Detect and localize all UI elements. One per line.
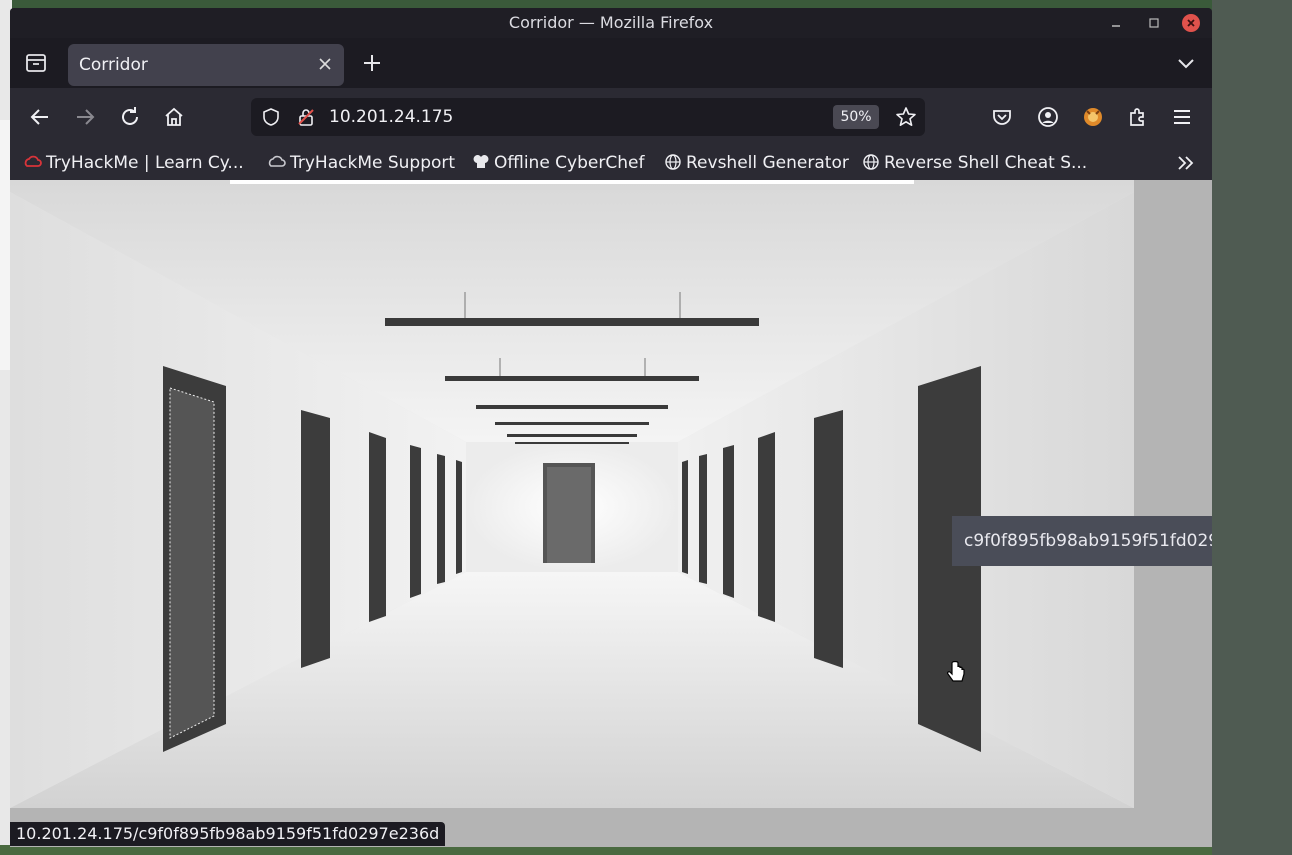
back-button[interactable] [28,105,52,129]
more-bookmarks-button[interactable] [1176,153,1196,173]
bookmark-reverse-shell-cheat-sheet[interactable]: Reverse Shell Cheat S... [862,146,1087,180]
page-content [10,180,1212,847]
tab-close-button[interactable] [316,55,334,73]
account-icon [1038,107,1058,127]
shield-icon[interactable] [261,107,281,127]
account-button[interactable] [1036,105,1060,129]
minimize-button[interactable] [1107,14,1125,32]
home-button[interactable] [162,105,186,129]
bookmark-tryhackme-support[interactable]: TryHackMe Support [268,146,455,180]
corridor-image [10,180,1134,808]
pocket-icon [993,110,1011,125]
bookmark-label: TryHackMe Support [290,153,456,173]
window-title: Corridor — Mozilla Firefox [508,13,714,32]
close-icon [319,58,331,70]
url-bar[interactable]: 10.201.24.175 50% [251,98,925,136]
pocket-button[interactable] [990,105,1014,129]
foxyproxy-extension-button[interactable] [1081,105,1105,129]
application-menu-button[interactable] [1170,105,1194,129]
globe-icon [863,154,879,170]
chevron-down-icon [1178,59,1194,69]
bookmark-label: TryHackMe | Learn Cy... [46,153,244,173]
minimize-icon [1112,25,1120,27]
arrow-right-icon [77,109,95,125]
hand-pointer-icon [945,660,967,687]
status-bar-url: 10.201.24.175/c9f0f895fb98ab9159f51fd029… [10,822,446,846]
bookmark-label: Offline CyberChef [494,153,645,173]
zoom-reset-button[interactable]: 50% [833,105,879,129]
bookmark-revshell-generator[interactable]: Revshell Generator [664,146,849,180]
desktop-background-right [1212,0,1292,855]
tryhackme-icon [24,155,42,167]
tab-title: Corridor [79,55,148,75]
insecure-lock-icon[interactable] [296,107,316,127]
navigation-toolbar: 10.201.24.175 50% [10,88,1212,146]
puzzle-icon [1130,108,1144,126]
firefox-view-icon [26,54,46,72]
close-icon [1187,19,1195,27]
bookmark-label: Reverse Shell Cheat S... [884,153,1088,173]
title-bar[interactable]: Corridor — Mozilla Firefox [10,8,1212,38]
firefox-view-button[interactable] [24,51,48,75]
reload-button[interactable] [118,105,142,129]
reload-icon [122,107,138,125]
cloud-icon [268,155,286,167]
restore-icon [1149,18,1159,28]
link-tooltip: c9f0f895fb98ab9159f51fd0297e236d [952,516,1212,566]
arrow-left-icon [30,109,48,125]
bookmark-label: Revshell Generator [686,153,849,173]
forward-button[interactable] [73,105,97,129]
bookmark-star-icon[interactable] [895,106,917,128]
globe-icon [665,154,681,170]
close-window-button[interactable] [1182,14,1200,32]
tab-bar: Corridor [10,38,1212,88]
bookmark-offline-cyberchef[interactable]: Offline CyberChef [472,146,644,180]
new-tab-button[interactable] [360,51,384,75]
url-text: 10.201.24.175 [329,107,454,127]
chevron-double-right-icon [1178,156,1194,170]
chef-hat-icon [473,155,489,168]
fox-extension-icon [1084,108,1102,126]
extensions-button[interactable] [1126,105,1150,129]
browser-window: Corridor — Mozilla Firefox Corridor 10.2… [10,8,1212,847]
home-icon [165,107,183,126]
bookmarks-toolbar: TryHackMe | Learn Cy... TryHackMe Suppor… [10,146,1212,180]
hamburger-menu-icon [1174,110,1190,124]
plus-icon [364,55,380,71]
maximize-button[interactable] [1145,14,1163,32]
bookmark-tryhackme[interactable]: TryHackMe | Learn Cy... [24,146,244,180]
list-all-tabs-button[interactable] [1176,53,1196,73]
tab-corridor[interactable]: Corridor [68,44,344,86]
